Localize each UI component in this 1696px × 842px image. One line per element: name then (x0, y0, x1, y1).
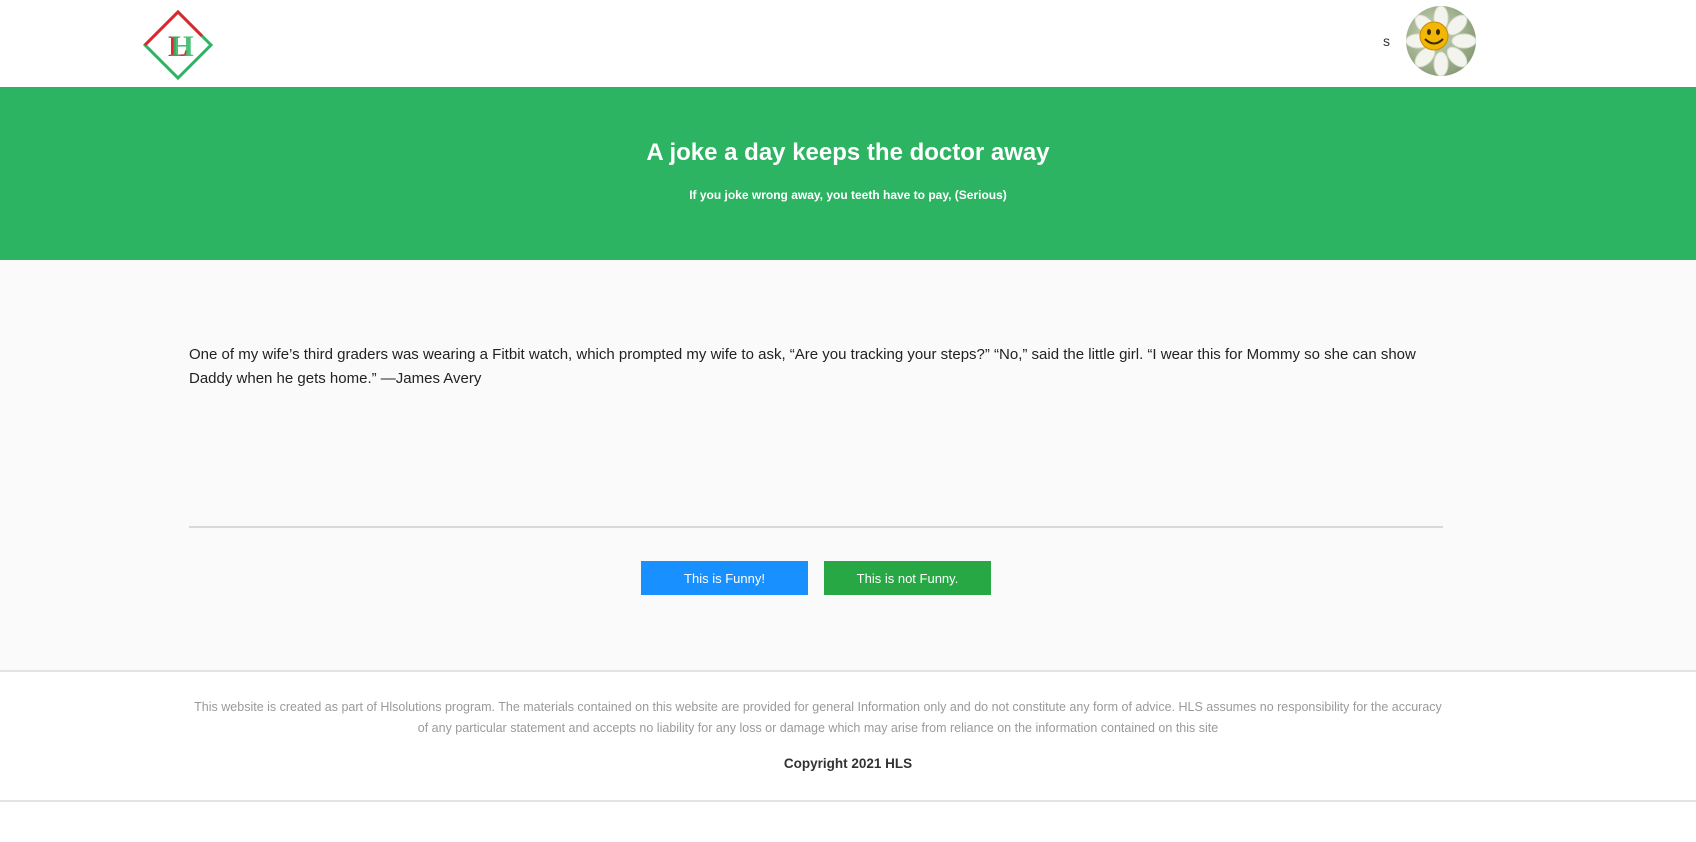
not-funny-button[interactable]: This is not Funny. (824, 561, 991, 595)
footer-copyright: Copyright 2021 HLS (783, 756, 913, 771)
footer-disclaimer: This website is created as part of Hlsol… (194, 700, 1442, 735)
joke-section: One of my wife’s third graders was weari… (0, 260, 1696, 670)
smiley-flower-avatar-icon (1406, 6, 1476, 76)
funny-button[interactable]: This is Funny! (641, 561, 808, 595)
page-subtitle: If you joke wrong away, you teeth have t… (689, 188, 1007, 202)
hls-logo-icon[interactable]: L H (142, 9, 214, 81)
hero-banner: A joke a day keeps the doctor away If yo… (0, 87, 1696, 260)
user-menu[interactable]: s (1380, 5, 1476, 77)
footer-bottom-divider (0, 800, 1696, 802)
footer: This website is created as part of Hlsol… (0, 672, 1696, 800)
svg-text:H: H (170, 30, 193, 63)
top-header: L H s (0, 0, 1696, 87)
joke-text: One of my wife’s third graders was weari… (189, 346, 1416, 387)
user-name[interactable]: s (1380, 33, 1390, 49)
avatar[interactable] (1406, 6, 1476, 76)
page-title: A joke a day keeps the doctor away (646, 139, 1050, 166)
divider (189, 526, 1443, 528)
